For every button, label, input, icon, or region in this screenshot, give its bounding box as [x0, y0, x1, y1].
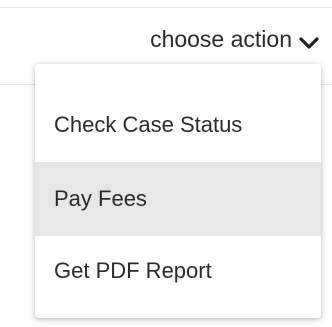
- choose-action-dropdown-trigger[interactable]: choose action: [150, 28, 320, 51]
- menu-item-label: Pay Fees: [54, 186, 147, 211]
- top-divider: [0, 7, 332, 8]
- menu-item-label: Check Case Status: [54, 112, 243, 137]
- menu-item-check-case-status[interactable]: Check Case Status: [35, 88, 321, 162]
- action-dropdown-menu: Check Case Status Pay Fees Get PDF Repor…: [35, 64, 321, 318]
- menu-item-get-pdf-report[interactable]: Get PDF Report: [35, 234, 321, 308]
- choose-action-label: choose action: [150, 26, 292, 52]
- action-dropdown-area: choose action Check Case Status Pay Fees…: [0, 0, 332, 327]
- chevron-down-icon: [298, 32, 320, 49]
- menu-item-label: Get PDF Report: [54, 258, 212, 283]
- menu-item-pay-fees[interactable]: Pay Fees: [35, 162, 321, 236]
